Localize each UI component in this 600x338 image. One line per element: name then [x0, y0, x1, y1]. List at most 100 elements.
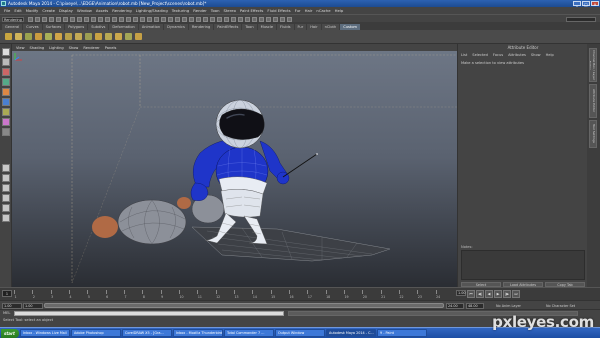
status-line-tool-icon[interactable] — [259, 16, 264, 22]
menu-modify[interactable]: Modify — [26, 8, 39, 13]
status-line-tool-icon[interactable] — [112, 16, 117, 22]
current-frame-indicator[interactable]: 1 — [2, 290, 12, 297]
menu-set-dropdown[interactable]: Rendering — [2, 16, 24, 22]
menu-rendering[interactable]: Rendering — [112, 8, 131, 13]
shelf-tool-icon[interactable] — [25, 33, 32, 40]
taskbar-item[interactable]: Total Commander 7 ... — [224, 329, 274, 337]
menu-texturing[interactable]: Texturing — [172, 8, 190, 13]
start-button[interactable]: start — [1, 328, 19, 338]
shelf-tool-icon[interactable] — [135, 33, 142, 40]
time-slider-track[interactable]: 1 2 3 4 5 6 7 8 9 10 11 12 13 14 15 16 17 18 19 20 21 22 23 24 — [14, 290, 454, 299]
status-line-tool-icon[interactable] — [224, 16, 229, 22]
shelf-tool-icon[interactable] — [55, 33, 62, 40]
status-line-tool-icon[interactable] — [49, 16, 54, 22]
status-line-tool-icon[interactable] — [203, 16, 208, 22]
taskbar-item[interactable]: 9 - Paint — [377, 329, 427, 337]
persp-graph-layout-icon[interactable] — [2, 194, 10, 202]
side-tab-channel-box-layer-editor[interactable]: Channel Box / Layer Editor — [589, 48, 597, 82]
rotate-tool-icon[interactable] — [2, 88, 10, 96]
side-tab-attribute-editor[interactable]: Attribute Editor — [589, 84, 597, 118]
status-line-tool-icon[interactable] — [266, 16, 271, 22]
minimize-button[interactable]: _ — [573, 0, 581, 6]
menu-edit[interactable]: Edit — [14, 8, 21, 13]
current-time-field[interactable]: 1.00 — [456, 290, 466, 296]
status-line-tool-icon[interactable] — [133, 16, 138, 22]
manipulator-icon[interactable] — [2, 108, 10, 116]
taskbar-item[interactable]: Inbox - Windows Live Mail — [20, 329, 70, 337]
shelf-tool-icon[interactable] — [115, 33, 122, 40]
status-line-tool-icon[interactable] — [105, 16, 110, 22]
status-line-tool-icon[interactable] — [273, 16, 278, 22]
attribute-menu-show[interactable]: Show — [531, 53, 541, 57]
menu-ncache[interactable]: nCache — [316, 8, 330, 13]
status-line-tool-icon[interactable] — [28, 16, 33, 22]
menu-stereo[interactable]: Stereo — [224, 8, 236, 13]
range-slider-bar[interactable] — [44, 303, 444, 308]
shelf-tool-icon[interactable] — [85, 33, 92, 40]
last-tool-icon[interactable] — [2, 128, 10, 136]
shelf-tool-icon[interactable] — [5, 33, 12, 40]
close-button[interactable]: × — [591, 0, 599, 6]
status-line-tool-icon[interactable] — [252, 16, 257, 22]
status-line-tool-icon[interactable] — [154, 16, 159, 22]
viewport-menu-lighting[interactable]: Lighting — [49, 46, 64, 50]
menu-hair[interactable]: Hair — [305, 8, 313, 13]
outliner-layout-icon[interactable] — [2, 214, 10, 222]
taskbar-item[interactable]: Inbox - Mozilla Thunderbird — [173, 329, 223, 337]
shelf-tool-icon[interactable] — [125, 33, 132, 40]
go-to-end-icon[interactable]: ⏭ — [512, 290, 520, 298]
menu-render[interactable]: Render — [193, 8, 207, 13]
status-line-tool-icon[interactable] — [217, 16, 222, 22]
anim-start-field[interactable]: 1.00 — [2, 302, 22, 309]
status-line-tool-icon[interactable] — [126, 16, 131, 22]
notes-textarea[interactable] — [461, 250, 585, 280]
status-line-tool-icon[interactable] — [70, 16, 75, 22]
go-to-start-icon[interactable]: ⏮ — [467, 290, 475, 298]
lasso-tool-icon[interactable] — [2, 58, 10, 66]
status-line-tool-icon[interactable] — [91, 16, 96, 22]
play-back-icon[interactable]: ◀ — [485, 290, 493, 298]
menu-toon[interactable]: Toon — [211, 8, 220, 13]
paint-select-icon[interactable] — [2, 68, 10, 76]
attribute-menu-list[interactable]: List — [461, 53, 467, 57]
status-line-tool-icon[interactable] — [35, 16, 40, 22]
status-line-tool-icon[interactable] — [147, 16, 152, 22]
shelf-tool-icon[interactable] — [15, 33, 22, 40]
viewport-menu-renderer[interactable]: Renderer — [83, 46, 99, 50]
soft-mod-icon[interactable] — [2, 118, 10, 126]
anim-end-field[interactable]: 48.00 — [466, 302, 484, 309]
scale-tool-icon[interactable] — [2, 98, 10, 106]
maximize-button[interactable]: □ — [582, 0, 590, 6]
side-by-side-layout-icon[interactable] — [2, 184, 10, 192]
attribute-menu-focus[interactable]: Focus — [493, 53, 503, 57]
status-line-tool-icon[interactable] — [189, 16, 194, 22]
menu-create[interactable]: Create — [42, 8, 55, 13]
status-line-tool-icon[interactable] — [182, 16, 187, 22]
quick-search-field[interactable] — [566, 16, 596, 22]
status-line-tool-icon[interactable] — [196, 16, 201, 22]
side-tab-tool-settings[interactable]: Tool Settings — [589, 120, 597, 148]
status-line-tool-icon[interactable] — [140, 16, 145, 22]
shelf-tool-icon[interactable] — [95, 33, 102, 40]
character-set-dropdown[interactable]: No Character Set — [546, 303, 575, 309]
status-line-tool-icon[interactable] — [168, 16, 173, 22]
menu-paint-effects[interactable]: Paint Effects — [240, 8, 264, 13]
menu-window[interactable]: Window — [77, 8, 92, 13]
status-line-tool-icon[interactable] — [175, 16, 180, 22]
status-line-tool-icon[interactable] — [42, 16, 47, 22]
range-start-field[interactable]: 1.00 — [23, 302, 43, 309]
shelf-tool-icon[interactable] — [75, 33, 82, 40]
status-line-tool-icon[interactable] — [77, 16, 82, 22]
perspective-viewport[interactable] — [12, 51, 457, 287]
shelf-tool-icon[interactable] — [65, 33, 72, 40]
taskbar-item[interactable]: Autodesk Maya 2014 - C... — [326, 329, 376, 337]
shelf-tool-icon[interactable] — [35, 33, 42, 40]
status-line-tool-icon[interactable] — [63, 16, 68, 22]
anim-layer-dropdown[interactable]: No Anim Layer — [496, 303, 521, 309]
menu-fur[interactable]: Fur — [295, 8, 301, 13]
status-line-tool-icon[interactable] — [238, 16, 243, 22]
command-language-label[interactable]: MEL — [3, 311, 10, 315]
status-line-tool-icon[interactable] — [56, 16, 61, 22]
attribute-menu-attributes[interactable]: Attributes — [508, 53, 526, 57]
shelf-tool-icon[interactable] — [45, 33, 52, 40]
